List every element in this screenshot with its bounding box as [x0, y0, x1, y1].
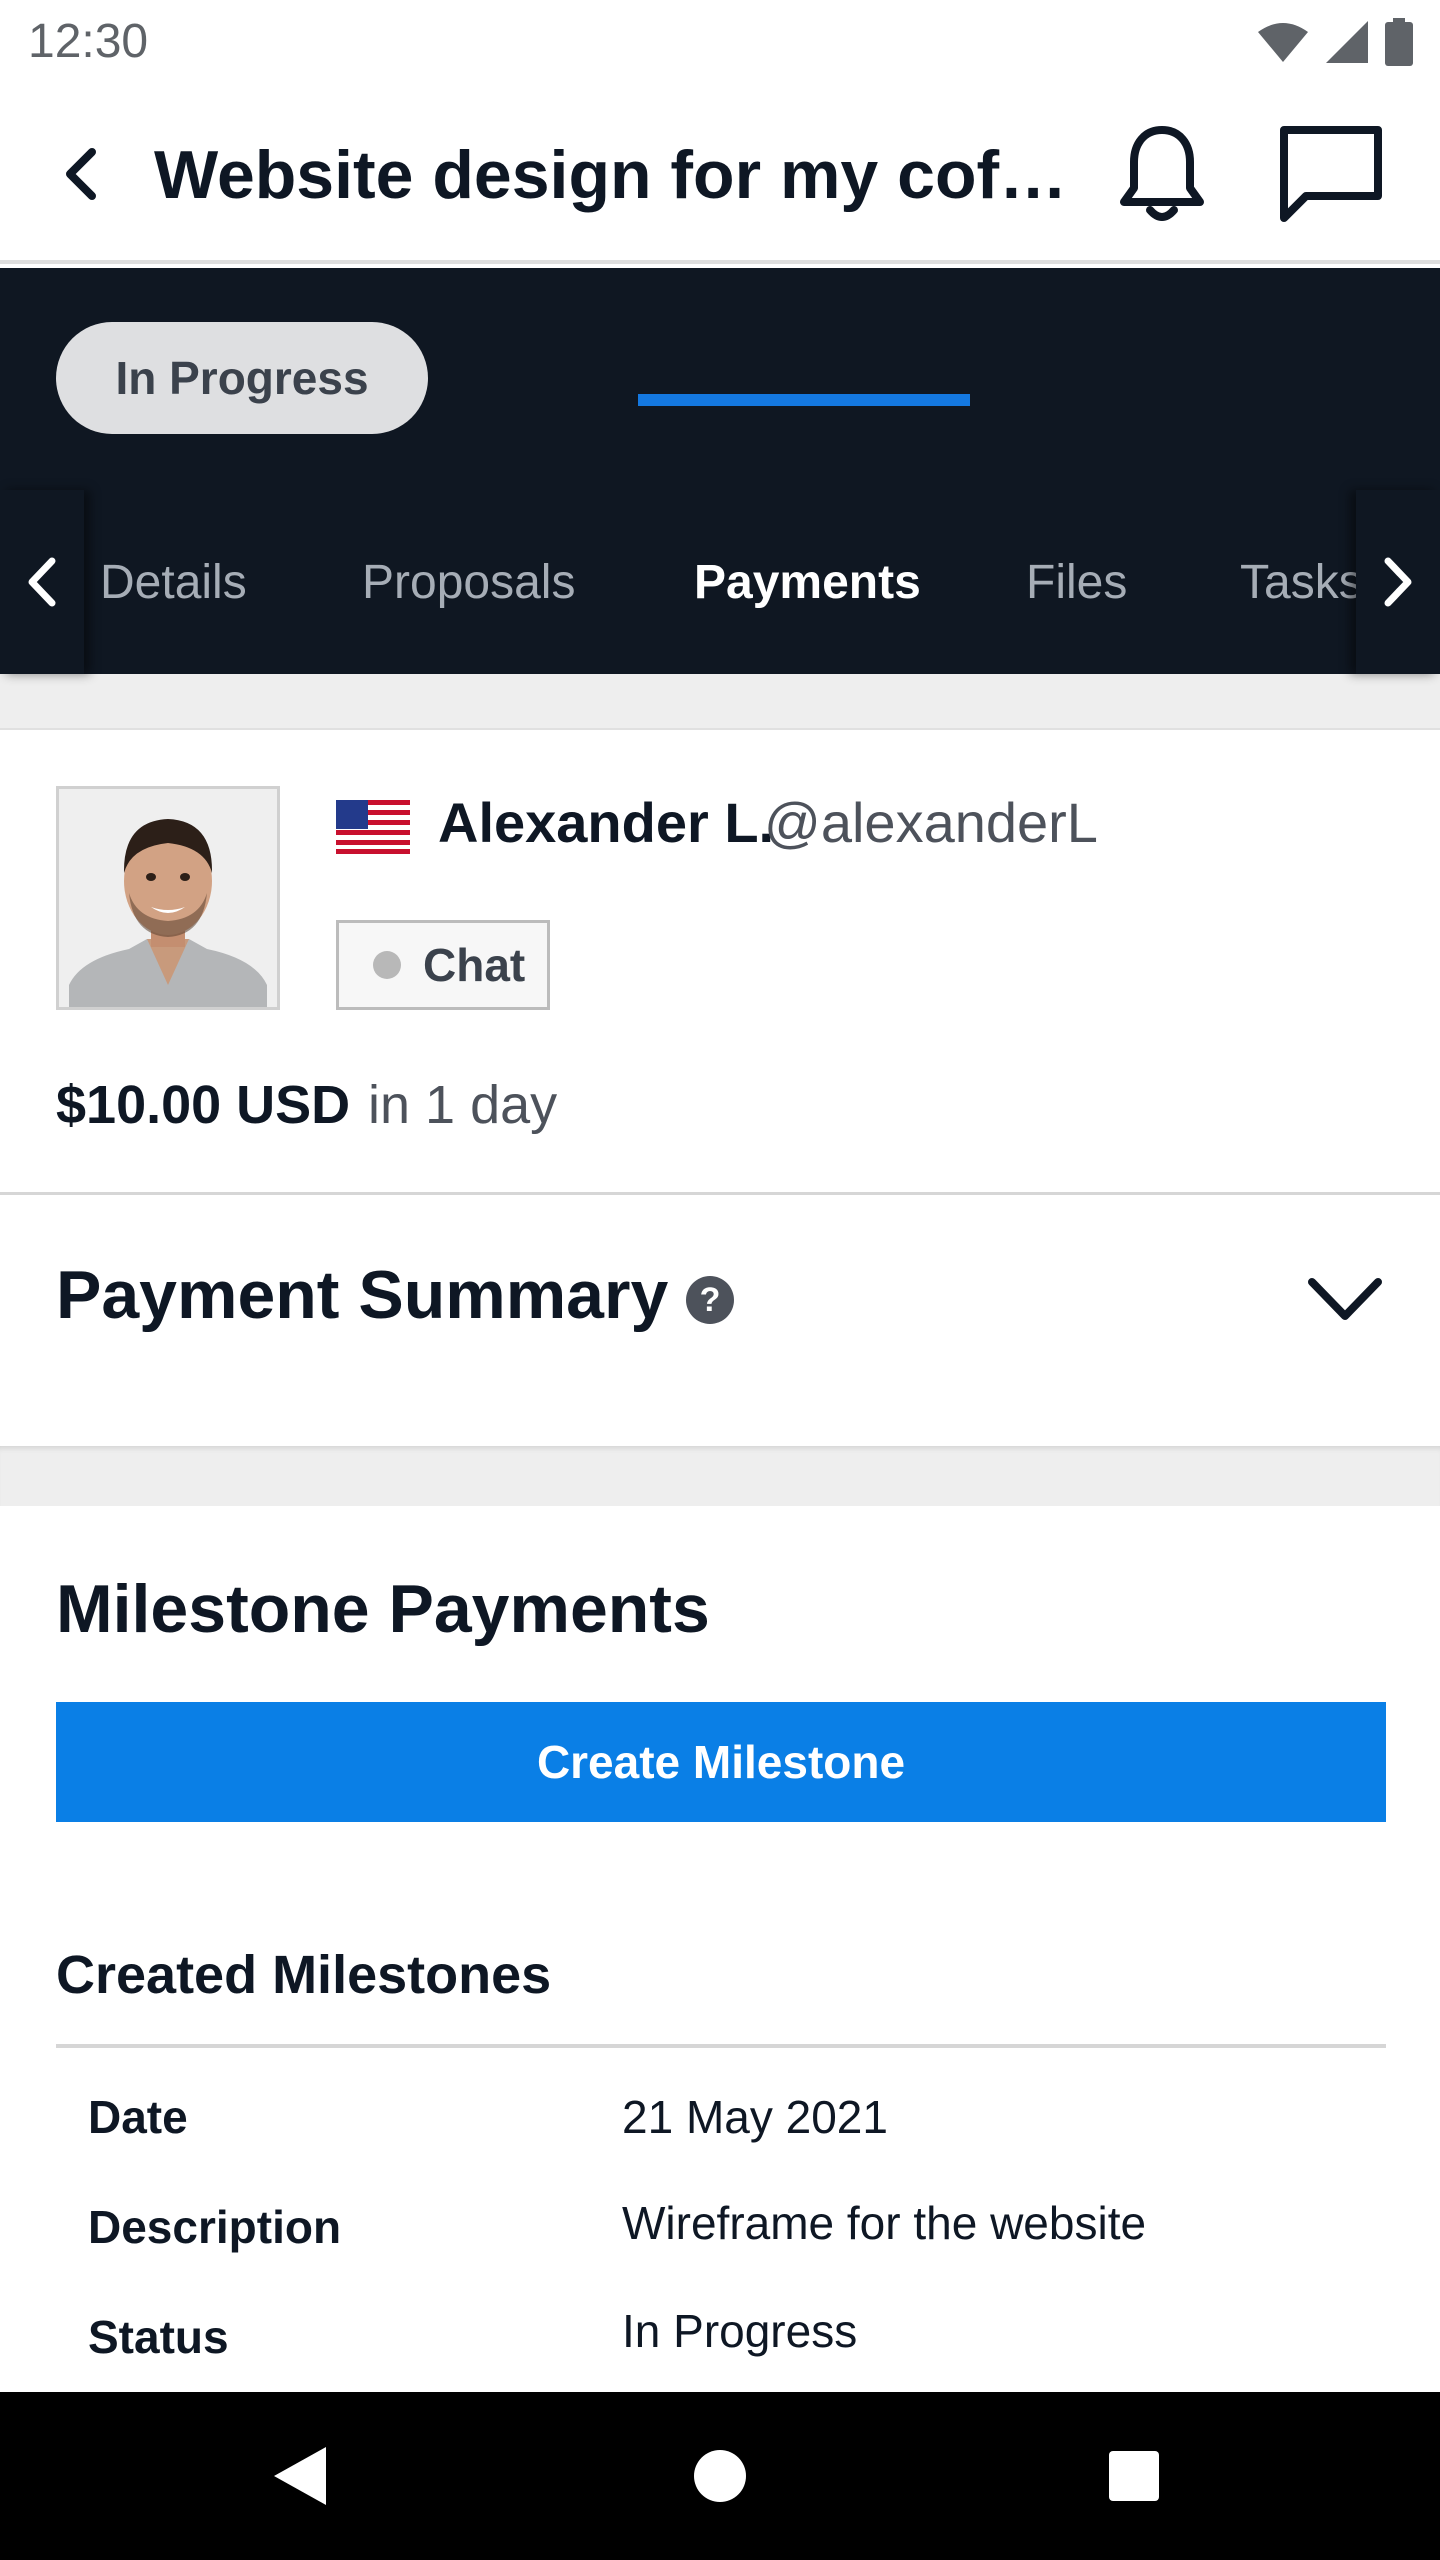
battery-icon — [1385, 18, 1413, 66]
chevron-left-icon — [28, 557, 56, 607]
online-status-icon — [373, 951, 401, 979]
tab-proposals[interactable]: Proposals — [362, 490, 575, 674]
tab-bar: Details Proposals Payments Files Tasks — [0, 490, 1440, 674]
bid-amount: $10.00 USD — [56, 1075, 351, 1135]
status-badge: In Progress — [56, 322, 428, 434]
page-title: Website design for my coffee shop — [154, 137, 1074, 213]
message-icon — [1280, 126, 1382, 222]
back-arrow-icon — [66, 148, 96, 200]
app-bar: Website design for my coffee shop — [0, 84, 1440, 264]
bid-delivery-time: in 1 day — [368, 1075, 558, 1135]
milestone-description-value: Wireframe for the website — [622, 2197, 1147, 2249]
notifications-button[interactable] — [1116, 122, 1208, 226]
milestone-status-value: In Progress — [622, 2305, 858, 2357]
create-milestone-button[interactable]: Create Milestone — [56, 1702, 1386, 1822]
status-icons — [1256, 18, 1414, 66]
tab-tasks[interactable]: Tasks — [1240, 490, 1356, 674]
wifi-icon — [1258, 23, 1308, 62]
status-time: 12:30 — [28, 15, 149, 68]
cell-signal-icon — [1326, 21, 1368, 63]
nav-recents-button[interactable] — [1084, 2426, 1184, 2526]
tab-files[interactable]: Files — [1026, 490, 1127, 674]
section-separator — [0, 674, 1440, 730]
tabs-viewport: Details Proposals Payments Files Tasks — [84, 490, 1356, 674]
nav-back-button[interactable] — [250, 2426, 350, 2526]
freelancer-handle: @alexanderL — [764, 791, 1098, 854]
divider — [56, 2044, 1386, 2048]
nav-home-button[interactable] — [670, 2426, 770, 2526]
project-header: In Progress Details Proposals Payments F… — [0, 268, 1440, 674]
user-photo — [59, 789, 277, 1007]
nav-home-icon — [694, 2450, 746, 2502]
milestone-status-label: Status — [88, 2311, 229, 2363]
payment-summary-expand-button[interactable] — [1300, 1262, 1390, 1338]
milestone-payments-title: Milestone Payments — [56, 1571, 710, 1647]
system-nav-bar — [0, 2392, 1440, 2560]
milestone-date-label: Date — [88, 2091, 188, 2143]
section-separator — [0, 1446, 1440, 1506]
nav-back-icon — [274, 2447, 326, 2505]
created-milestones-title: Created Milestones — [56, 1945, 552, 2005]
chevron-right-icon — [1384, 557, 1412, 607]
bell-icon — [1120, 126, 1204, 221]
tab-payments[interactable]: Payments — [694, 490, 921, 674]
back-button[interactable] — [40, 134, 120, 214]
chevron-down-icon — [1308, 1278, 1382, 1320]
us-flag-icon — [336, 800, 410, 854]
status-bar: 12:30 — [0, 0, 1440, 84]
avatar[interactable] — [56, 786, 280, 1010]
nav-recents-icon — [1109, 2451, 1159, 2501]
tab-details[interactable]: Details — [100, 490, 247, 674]
active-tab-indicator — [638, 394, 970, 406]
tabs-scroll-right-button[interactable] — [1356, 490, 1440, 674]
freelancer-name[interactable]: Alexander L. — [438, 790, 774, 855]
tabs-scroll-left-button[interactable] — [0, 490, 84, 674]
milestone-description-label: Description — [88, 2201, 342, 2253]
payment-summary-title: Payment Summary — [56, 1257, 669, 1333]
help-icon[interactable]: ? — [686, 1276, 734, 1324]
chat-label: Chat — [423, 939, 526, 991]
messages-button[interactable] — [1276, 122, 1386, 226]
milestone-date-value: 21 May 2021 — [622, 2091, 888, 2143]
chat-button[interactable]: Chat — [336, 920, 550, 1010]
divider — [0, 1192, 1440, 1195]
